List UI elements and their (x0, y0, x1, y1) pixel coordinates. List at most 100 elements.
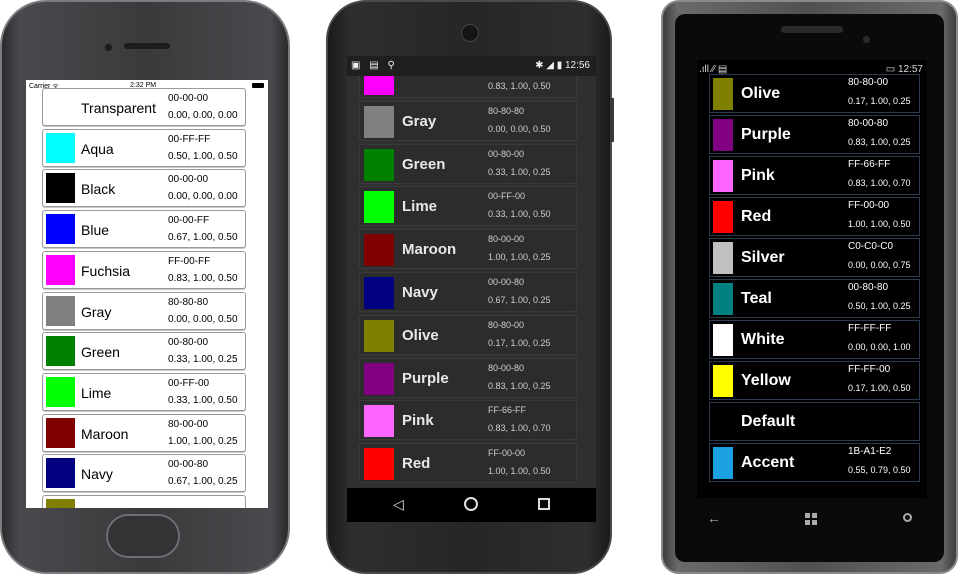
hex-value: FF-66-FF (488, 405, 526, 416)
status-time: ✱ ◢ ▮ 12:56 (535, 60, 590, 71)
color-name: Green (402, 155, 446, 173)
color-row[interactable]: Purple 80-00-80 0.83, 1.00, 0.25 (709, 115, 920, 154)
color-row[interactable]: Gray 80-80-80 0.00, 0.00, 0.50 (42, 291, 246, 330)
color-name: Accent (741, 454, 795, 471)
windows-phone-device: .ıll ⁄⁄ ▤ ▭ 12:57 Olive 80-80-00 0.17, 1.0… (661, 0, 958, 574)
color-row[interactable]: Maroon 80-00-00 1.00, 1.00, 0.25 (42, 413, 246, 452)
wp-screen: .ıll ⁄⁄ ▤ ▭ 12:57 Olive 80-80-00 0.17, 1.0… (697, 60, 927, 498)
color-swatch (364, 319, 394, 352)
hex-value: 80-80-80 (168, 296, 209, 308)
color-swatch (46, 173, 75, 204)
color-swatch (364, 277, 394, 309)
color-swatch (364, 105, 394, 138)
color-swatch (46, 92, 75, 122)
hsl-value: 0.83, 1.00, 0.50 (168, 272, 238, 284)
color-row[interactable]: Navy 00-00-80 0.67, 1.00, 0.25 (359, 272, 577, 312)
color-row[interactable]: Teal 00-80-80 0.50, 1.00, 0.25 (709, 279, 920, 318)
color-name: Purple (402, 369, 449, 387)
color-row[interactable]: Aqua 00-FF-FF 0.50, 1.00, 0.50 (42, 128, 246, 167)
color-row[interactable]: Fuchsia FF-00-FF 0.83, 1.00, 0.50 (42, 250, 246, 289)
color-row[interactable]: Red FF-00-00 1.00, 1.00, 0.50 (359, 443, 577, 484)
color-name: Yellow (741, 372, 791, 389)
color-name: Maroon (81, 425, 129, 442)
color-row[interactable]: Maroon 80-00-00 1.00, 1.00, 0.25 (359, 229, 577, 270)
color-name: Navy (81, 466, 113, 483)
back-icon[interactable]: ← (707, 510, 721, 526)
color-swatch (46, 417, 75, 448)
hex-value: 80-00-00 (168, 418, 209, 430)
hsl-value: 0.00, 0.00, 0.00 (168, 191, 238, 203)
hex-value: FF-66-FF (848, 159, 891, 170)
hsl-value: 0.33, 1.00, 0.25 (168, 354, 238, 366)
earpiece-speaker (781, 26, 843, 33)
home-icon[interactable] (464, 497, 478, 511)
hex-value: C0-C0-C0 (848, 241, 894, 252)
color-row[interactable]: Red FF-00-00 1.00, 1.00, 0.50 (709, 197, 920, 236)
color-name: Aqua (81, 140, 114, 157)
color-row[interactable]: Lime 00-FF-00 0.33, 1.00, 0.50 (359, 186, 577, 227)
color-row[interactable]: Accent 1B-A1-E2 0.55, 0.79, 0.50 (709, 443, 920, 482)
windows-start-icon[interactable] (805, 513, 817, 525)
color-swatch (46, 499, 75, 508)
color-swatch (713, 447, 733, 479)
color-row[interactable]: Silver C0-C0-C0 0.00, 0.00, 0.75 (709, 238, 920, 277)
hex-value: FF-FF-00 (848, 364, 891, 375)
color-row[interactable]: Olive 80-80-00 0.17, 1.00, 0.25 (709, 74, 920, 113)
color-row[interactable]: Purple 80-00-80 0.83, 1.00, 0.25 (359, 357, 577, 398)
color-name: Gray (402, 112, 437, 130)
hsl-value: 0.67, 1.00, 0.50 (168, 232, 238, 244)
color-row[interactable]: Lime 00-FF-00 0.33, 1.00, 0.50 (42, 372, 246, 411)
color-row[interactable]: White FF-FF-FF 0.00, 0.00, 1.00 (709, 320, 920, 359)
color-name: Red (741, 208, 772, 225)
color-row[interactable]: Olive 80-80-00 0.17, 1.00, 0.25 (359, 314, 577, 355)
hex-value: FF-00-00 (488, 448, 526, 459)
power-button[interactable] (610, 98, 614, 142)
color-name: Green (81, 344, 120, 361)
hsl-value: 0.33, 1.00, 0.50 (168, 394, 238, 406)
notification-icons: ▣ ▤ ⚲ (351, 60, 398, 71)
color-swatch (46, 254, 75, 285)
hsl-value: 0.00, 0.00, 0.75 (848, 260, 911, 270)
color-row[interactable]: Blue 00-00-FF 0.67, 1.00, 0.50 (42, 210, 246, 249)
color-swatch (713, 324, 733, 356)
hex-value: FF-00-00 (848, 200, 890, 211)
hex-value: FF-00-FF (168, 255, 211, 267)
color-row[interactable]: Default (709, 402, 920, 441)
color-swatch (46, 376, 75, 407)
hsl-value: 0.00, 0.00, 0.00 (168, 110, 238, 121)
color-swatch (713, 283, 733, 315)
color-list[interactable]: Fuchsia0.83, 1.00, 0.50 Gray 80-80-80 0.00,… (347, 76, 596, 488)
color-swatch (46, 295, 75, 326)
color-row[interactable]: Pink FF-66-FF 0.83, 1.00, 0.70 (709, 156, 920, 195)
color-name: Fuchsia (81, 262, 131, 279)
color-row[interactable]: Fuchsia0.83, 1.00, 0.50 (359, 76, 577, 98)
hsl-value: 0.83, 1.00, 0.50 (488, 81, 551, 91)
hsl-value: 1.00, 1.00, 0.50 (488, 466, 551, 477)
color-row[interactable]: Navy 00-00-80 0.67, 1.00, 0.25 (42, 454, 246, 493)
color-name: Olive (402, 326, 439, 344)
recent-apps-icon[interactable] (538, 498, 550, 510)
hex-value: 80-00-80 (488, 362, 525, 373)
color-row[interactable]: Black 00-00-00 0.00, 0.00, 0.00 (42, 169, 246, 208)
color-row[interactable] (42, 495, 246, 508)
color-name: Black (81, 181, 116, 198)
hsl-value: 0.83, 1.00, 0.25 (848, 137, 911, 147)
color-row[interactable]: Green 00-80-00 0.33, 1.00, 0.25 (359, 143, 577, 184)
back-icon[interactable]: ◁ (393, 496, 404, 513)
hex-value: 00-00-00 (168, 93, 209, 104)
color-swatch (364, 362, 394, 395)
color-swatch (713, 242, 733, 274)
color-swatch (713, 365, 733, 397)
color-row[interactable]: Pink FF-66-FF 0.83, 1.00, 0.70 (359, 400, 577, 441)
hsl-value: 0.17, 1.00, 0.25 (488, 337, 551, 348)
hsl-value: 0.83, 1.00, 0.70 (488, 423, 551, 434)
home-button[interactable] (106, 514, 180, 558)
color-row[interactable]: Yellow FF-FF-00 0.17, 1.00, 0.50 (709, 361, 920, 400)
color-row[interactable]: Green 00-80-00 0.33, 1.00, 0.25 (42, 332, 246, 371)
color-row[interactable]: Gray 80-80-80 0.00, 0.00, 0.50 (359, 100, 577, 141)
android-status-bar: ▣ ▤ ⚲ ✱ ◢ ▮ 12:56 (347, 56, 596, 76)
iphone-device: Carrier ᯤ 2:32 PM Transparent 00-00-00 0.0… (0, 0, 290, 574)
front-camera (461, 24, 479, 42)
color-row[interactable]: Transparent 00-00-00 0.00, 0.00, 0.00 (42, 88, 246, 126)
search-icon[interactable] (903, 513, 912, 522)
